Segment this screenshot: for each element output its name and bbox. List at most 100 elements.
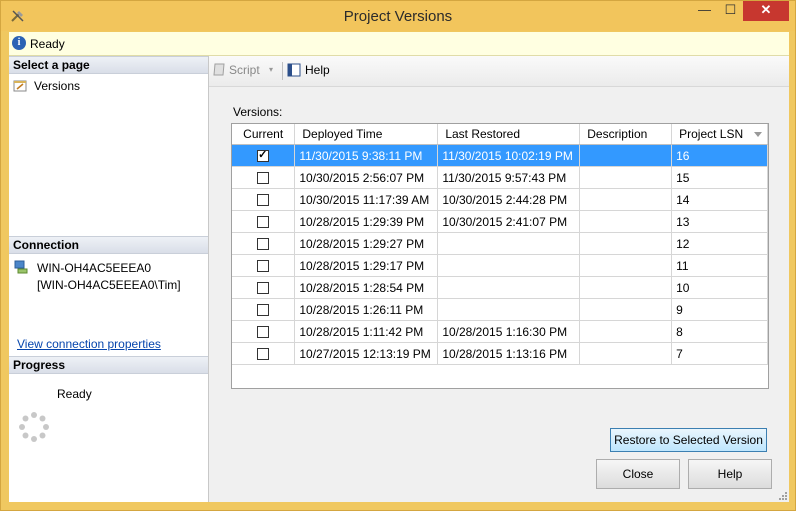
help-button[interactable]: Help <box>688 459 772 489</box>
version-row[interactable]: 10/27/2015 12:13:19 PM 10/28/2015 1:13:16… <box>232 342 768 365</box>
current-checkbox[interactable] <box>257 348 270 361</box>
description-cell <box>579 320 673 343</box>
description-cell <box>579 166 673 189</box>
description-cell <box>579 254 673 277</box>
deployed-time-cell: 10/28/2015 1:29:17 PM <box>294 254 439 277</box>
last-restored-cell: 10/28/2015 1:13:16 PM <box>437 342 581 365</box>
column-header-description[interactable]: Description <box>579 124 673 145</box>
project-lsn-cell: 16 <box>671 144 768 167</box>
connection-server: WIN-OH4AC5EEEA0 <box>37 261 152 275</box>
description-cell <box>579 276 673 299</box>
maximize-button[interactable]: ☐ <box>717 1 744 21</box>
column-header-last-restored[interactable]: Last Restored <box>437 124 581 145</box>
deployed-time-cell: 10/28/2015 1:28:54 PM <box>294 276 439 299</box>
project-lsn-cell: 15 <box>671 166 768 189</box>
help-book-icon <box>287 63 301 77</box>
current-cell <box>232 144 296 167</box>
versions-label: Versions: <box>233 105 283 119</box>
deployed-time-cell: 10/28/2015 1:29:39 PM <box>294 210 439 233</box>
last-restored-cell <box>437 232 581 255</box>
version-row[interactable]: 10/30/2015 11:17:39 AM 10/30/2015 2:44:28… <box>232 188 768 211</box>
progress-status: Ready <box>57 387 92 401</box>
current-checkbox[interactable] <box>257 326 270 339</box>
project-lsn-cell: 13 <box>671 210 768 233</box>
main-pane: Script ▾ Help Versions: Current Deployed… <box>209 56 789 502</box>
minimize-button[interactable]: — <box>691 1 718 21</box>
current-checkbox[interactable] <box>257 282 270 295</box>
description-cell <box>579 298 673 321</box>
toolbar: Script ▾ Help <box>209 56 789 87</box>
current-cell <box>232 276 296 299</box>
version-row[interactable]: 11/30/2015 9:38:11 PM11/30/2015 10:02:19… <box>232 144 768 167</box>
current-checkbox[interactable] <box>257 194 270 207</box>
version-row[interactable]: 10/28/2015 1:29:39 PM 10/30/2015 2:41:07 … <box>232 210 768 233</box>
project-lsn-cell: 9 <box>671 298 768 321</box>
version-row[interactable]: 10/28/2015 1:11:42 PM 10/28/2015 1:16:30 … <box>232 320 768 343</box>
deployed-time-cell: 10/28/2015 1:29:27 PM <box>294 232 439 255</box>
column-header-deployed-time[interactable]: Deployed Time <box>294 124 439 145</box>
toolbar-help-button[interactable]: Help <box>287 63 330 77</box>
project-lsn-cell: 10 <box>671 276 768 299</box>
window-title: Project Versions <box>343 8 453 25</box>
script-label: Script <box>229 63 260 77</box>
deployed-time-cell: 11/30/2015 9:38:11 PM <box>294 144 439 167</box>
current-cell <box>232 210 296 233</box>
left-pane: Select a page Versions Connection WIN-OH… <box>9 56 209 502</box>
column-header-project-lsn-label: Project LSN <box>679 127 744 141</box>
view-connection-properties-link[interactable]: View connection properties <box>17 337 161 351</box>
connection-user: [WIN-OH4AC5EEEA0\Tim] <box>37 278 181 292</box>
project-lsn-cell: 7 <box>671 342 768 365</box>
last-restored-cell: 10/28/2015 1:16:30 PM <box>437 320 581 343</box>
current-checkbox[interactable] <box>257 304 270 317</box>
close-window-button[interactable]: ✕ <box>743 1 789 21</box>
deployed-time-cell: 10/30/2015 11:17:39 AM <box>294 188 439 211</box>
title-bar: Project Versions — ☐ ✕ <box>1 1 795 31</box>
version-row[interactable]: 10/30/2015 2:56:07 PM 11/30/2015 9:57:43 … <box>232 166 768 189</box>
sort-arrow-icon <box>754 132 762 137</box>
page-wrench-icon <box>13 80 27 92</box>
last-restored-cell: 11/30/2015 9:57:43 PM <box>437 166 581 189</box>
current-checkbox[interactable] <box>257 148 270 163</box>
current-checkbox[interactable] <box>257 172 270 185</box>
version-row[interactable]: 10/28/2015 1:28:54 PM 10 <box>232 276 768 299</box>
description-cell <box>579 232 673 255</box>
description-cell <box>579 188 673 211</box>
version-row[interactable]: 10/28/2015 1:29:17 PM 11 <box>232 254 768 277</box>
script-icon <box>213 63 225 76</box>
column-header-project-lsn[interactable]: Project LSN <box>671 124 768 145</box>
current-checkbox[interactable] <box>257 260 270 273</box>
description-cell <box>579 342 673 365</box>
current-checkbox[interactable] <box>257 216 270 229</box>
version-row[interactable]: 10/28/2015 1:26:11 PM 9 <box>232 298 768 321</box>
info-icon: i <box>12 36 26 50</box>
version-row[interactable]: 10/28/2015 1:29:27 PM 12 <box>232 232 768 255</box>
current-checkbox[interactable] <box>257 238 270 251</box>
project-lsn-cell: 14 <box>671 188 768 211</box>
last-restored-cell <box>437 298 581 321</box>
versions-grid[interactable]: Current Deployed Time Last Restored Desc… <box>231 123 769 389</box>
deployed-time-cell: 10/28/2015 1:26:11 PM <box>294 298 439 321</box>
last-restored-cell: 10/30/2015 2:41:07 PM <box>437 210 581 233</box>
description-cell <box>579 144 673 167</box>
close-button[interactable]: Close <box>596 459 680 489</box>
current-cell <box>232 298 296 321</box>
last-restored-cell <box>437 254 581 277</box>
select-page-header: Select a page <box>9 56 208 74</box>
last-restored-cell <box>437 276 581 299</box>
current-cell <box>232 320 296 343</box>
resize-grip-icon[interactable] <box>777 490 787 500</box>
column-header-current[interactable]: Current <box>232 124 296 145</box>
script-button[interactable]: Script <box>212 63 260 77</box>
script-dropdown-arrow-icon[interactable]: ▾ <box>269 65 273 74</box>
versions-header-row: Current Deployed Time Last Restored Desc… <box>232 124 768 145</box>
deployed-time-cell: 10/27/2015 12:13:19 PM <box>294 342 439 365</box>
progress-header: Progress <box>9 356 208 374</box>
current-cell <box>232 166 296 189</box>
last-restored-cell: 11/30/2015 10:02:19 PM <box>437 144 581 167</box>
connection-header: Connection <box>9 236 208 254</box>
progress-spinner-icon <box>19 412 49 442</box>
dialog-client: i Ready Select a page Versions Connectio… <box>9 32 789 502</box>
status-bar: i Ready <box>9 32 789 56</box>
current-cell <box>232 232 296 255</box>
restore-to-selected-version-button[interactable]: Restore to Selected Version <box>610 428 767 452</box>
